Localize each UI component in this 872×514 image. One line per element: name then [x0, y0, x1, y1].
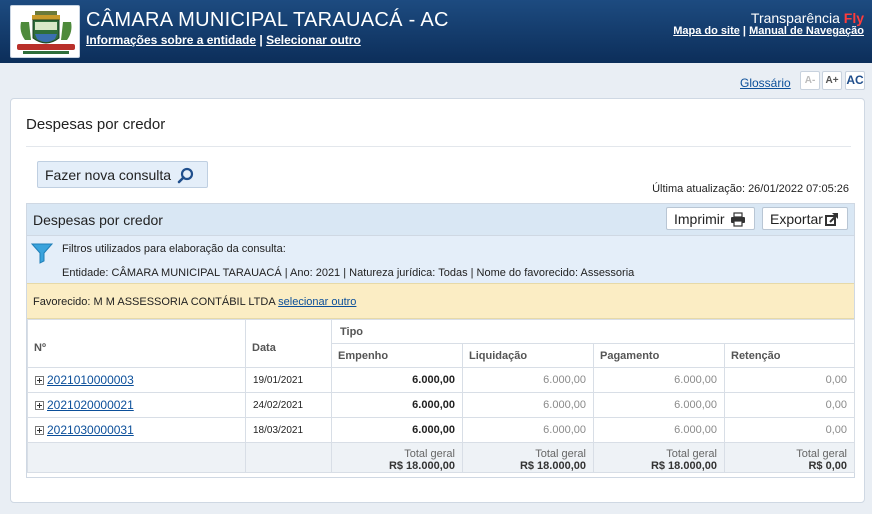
cell-retencao: 0,00: [723, 392, 856, 418]
funnel-icon: [31, 243, 53, 264]
totals-row: Total geral R$ 18.000,00 Total geral R$ 18…: [27, 442, 856, 473]
sitemap-link[interactable]: Mapa do site: [673, 25, 740, 37]
cell-retencao: 0,00: [723, 417, 856, 443]
cell-data: 19/01/2021: [245, 367, 332, 393]
new-query-label: Fazer nova consulta: [45, 167, 172, 183]
export-button[interactable]: Exportar: [762, 207, 848, 230]
cell-liquidacao: 6.000,00: [462, 392, 594, 418]
expenses-table: Nº Data Tipo Empenho Liquidação Pagament…: [27, 319, 856, 473]
expand-plus-icon[interactable]: [35, 401, 44, 410]
section-title: Despesas por credor: [33, 212, 163, 228]
select-other-link[interactable]: Selecionar outro: [266, 33, 361, 47]
totals-empty-numero: [27, 442, 246, 473]
col-empenho: Empenho: [331, 343, 463, 368]
cell-pagamento: 6.000,00: [593, 367, 725, 393]
filters-box: Filtros utilizados para elaboração da co…: [27, 235, 854, 283]
cell-data: 24/02/2021: [245, 392, 332, 418]
cell-numero: 2021010000003: [27, 367, 246, 393]
total-value: R$ 0,00: [808, 460, 848, 472]
total-label: Total geral: [535, 448, 586, 460]
favored-box: Favorecido: M M ASSESSORIA CONTÁBIL LTDA…: [27, 283, 854, 319]
page-title: Despesas por credor: [26, 116, 166, 133]
export-label: Exportar: [770, 211, 823, 227]
new-query-button[interactable]: Fazer nova consulta: [37, 161, 208, 188]
favored-label: Favorecido: M M ASSESSORIA CONTÁBIL LTDA: [33, 296, 279, 308]
brand-fly: Fly: [843, 10, 864, 26]
main-panel: Despesas por credor Fazer nova consulta …: [10, 98, 865, 503]
brand-name: Transparência: [750, 10, 844, 26]
municipal-crest-logo: [10, 5, 80, 58]
cell-pagamento: 6.000,00: [593, 392, 725, 418]
table-row: 2021020000021 24/02/2021 6.000,00 6.000,…: [27, 392, 856, 418]
total-label: Total geral: [796, 448, 848, 460]
top-header: CÂMARA MUNICIPAL TARAUACÁ - AC Informaçõ…: [0, 0, 872, 63]
print-label: Imprimir: [674, 211, 725, 227]
navigation-manual-link[interactable]: Manual de Navegação: [749, 25, 864, 37]
page-header-title: CÂMARA MUNICIPAL TARAUACÁ - AC: [86, 9, 449, 31]
col-data: Data: [245, 319, 332, 368]
font-decrease-button[interactable]: A-: [800, 71, 820, 90]
cell-numero: 2021030000031: [27, 417, 246, 443]
total-label: Total geral: [404, 448, 455, 460]
total-pagamento: Total geral R$ 18.000,00: [593, 442, 725, 473]
printer-icon: [731, 212, 745, 227]
total-label: Total geral: [666, 448, 717, 460]
cell-pagamento: 6.000,00: [593, 417, 725, 443]
cell-data: 18/03/2021: [245, 417, 332, 443]
header-links: Informações sobre a entidade | Seleciona…: [86, 33, 361, 47]
entity-info-link[interactable]: Informações sobre a entidade: [86, 33, 256, 47]
divider: [26, 146, 851, 147]
filters-label: Filtros utilizados para elaboração da co…: [62, 243, 286, 255]
total-value: R$ 18.000,00: [519, 460, 586, 472]
expand-plus-icon[interactable]: [35, 376, 44, 385]
select-other-favored-link[interactable]: selecionar outro: [278, 296, 356, 308]
row-link[interactable]: 2021020000021: [47, 398, 134, 412]
col-retencao: Retenção: [723, 343, 856, 368]
total-empenho: Total geral R$ 18.000,00: [331, 442, 463, 473]
print-button[interactable]: Imprimir: [666, 207, 755, 230]
magnifier-icon: [177, 167, 194, 184]
total-liquidacao: Total geral R$ 18.000,00: [462, 442, 594, 473]
table-row: 2021030000031 18/03/2021 6.000,00 6.000,…: [27, 417, 856, 443]
cell-empenho: 6.000,00: [331, 417, 463, 443]
export-icon: [825, 213, 838, 226]
contrast-button[interactable]: AC: [845, 71, 865, 90]
row-link[interactable]: 2021010000003: [47, 373, 134, 387]
totals-empty-data: [245, 442, 332, 473]
cell-empenho: 6.000,00: [331, 367, 463, 393]
cell-empenho: 6.000,00: [331, 392, 463, 418]
col-tipo: Tipo: [330, 319, 856, 344]
cell-retencao: 0,00: [723, 367, 856, 393]
header-right-links: Mapa do site | Manual de Navegação: [673, 25, 864, 37]
filters-description: Entidade: CÂMARA MUNICIPAL TARAUACÁ | An…: [62, 267, 635, 279]
col-numero: Nº: [27, 319, 246, 368]
table-row: 2021010000003 19/01/2021 6.000,00 6.000,…: [27, 367, 856, 393]
glossary-link[interactable]: Glossário: [740, 76, 791, 90]
last-update: Última atualização: 26/01/2022 07:05:26: [652, 183, 849, 195]
section-header: Despesas por credor Imprimir Exportar: [27, 204, 854, 235]
brand: Transparência Fly: [751, 10, 864, 26]
report-section: Despesas por credor Imprimir Exportar Fi…: [26, 203, 856, 478]
total-value: R$ 18.000,00: [388, 460, 455, 472]
font-increase-button[interactable]: A+: [822, 71, 842, 90]
total-value: R$ 18.000,00: [650, 460, 717, 472]
cell-liquidacao: 6.000,00: [462, 417, 594, 443]
favored-text: Favorecido: M M ASSESSORIA CONTÁBIL LTDA…: [33, 296, 356, 308]
col-pagamento: Pagamento: [593, 343, 725, 368]
total-retencao: Total geral R$ 0,00: [723, 442, 856, 473]
col-liquidacao: Liquidação: [462, 343, 594, 368]
expand-plus-icon[interactable]: [35, 426, 44, 435]
cell-numero: 2021020000021: [27, 392, 246, 418]
cell-liquidacao: 6.000,00: [462, 367, 594, 393]
row-link[interactable]: 2021030000031: [47, 423, 134, 437]
